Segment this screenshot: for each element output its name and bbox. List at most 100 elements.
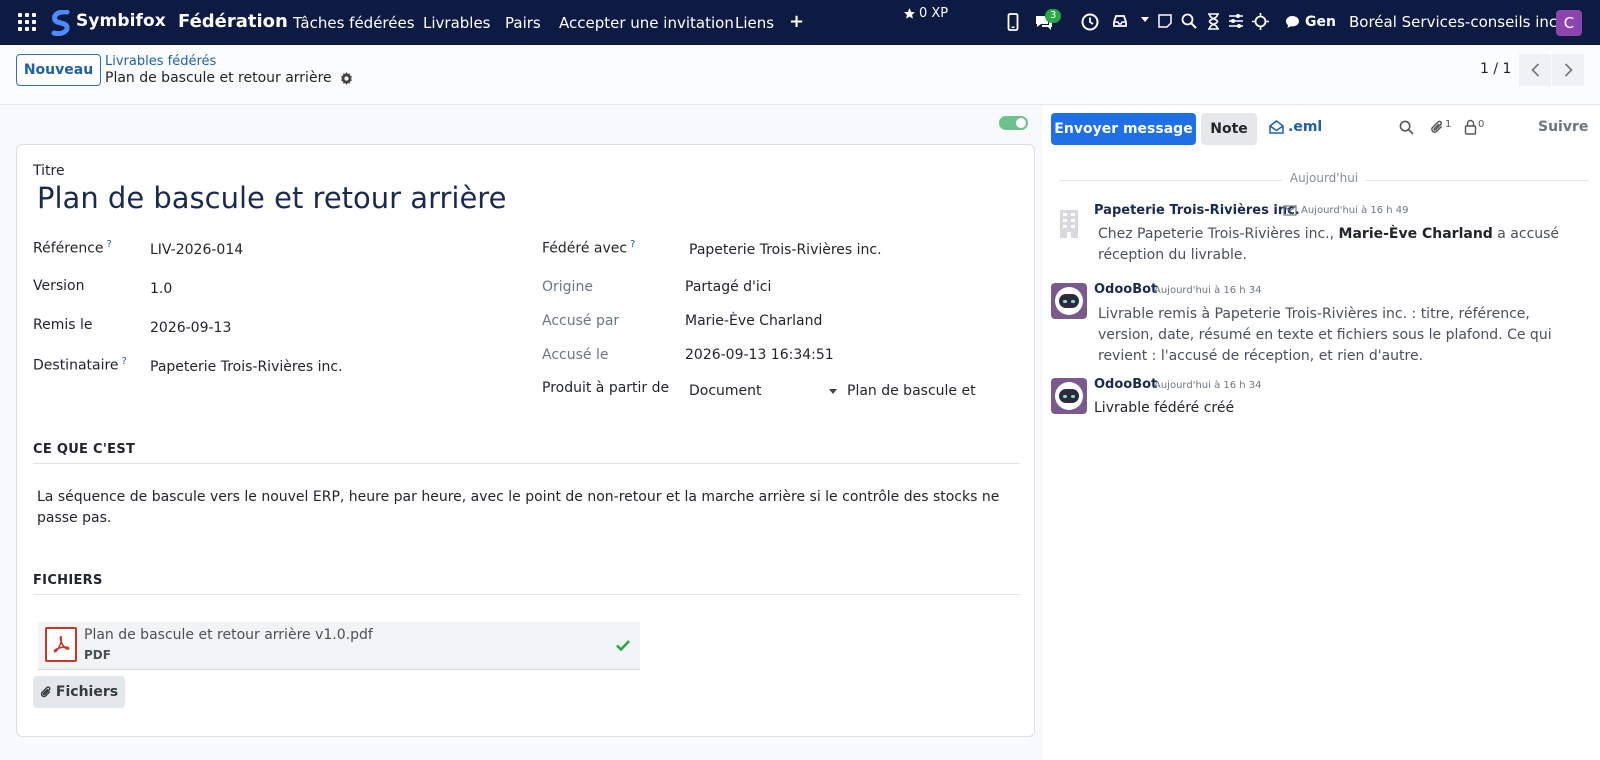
attachments-button[interactable]: 1 bbox=[1430, 119, 1451, 135]
acknowledged-by-value: Marie-Ève Charland bbox=[685, 313, 823, 329]
assistant-button[interactable]: Gen bbox=[1285, 14, 1336, 30]
new-button[interactable]: Nouveau bbox=[16, 54, 101, 86]
envelope-open-icon bbox=[1269, 120, 1284, 134]
follow-button[interactable]: Suivre bbox=[1538, 119, 1588, 135]
send-message-button[interactable]: Envoyer message bbox=[1051, 113, 1196, 145]
messages-badge: 3 bbox=[1045, 9, 1062, 23]
caret-down-icon bbox=[829, 388, 837, 394]
paperclip-icon bbox=[1431, 120, 1443, 133]
apps-menu-icon[interactable] bbox=[18, 13, 36, 31]
menu-links[interactable]: Liens bbox=[735, 14, 774, 32]
inbox-icon[interactable] bbox=[1112, 13, 1128, 29]
control-panel: Nouveau Livrables fédérés Plan de bascul… bbox=[0, 45, 1600, 105]
search-icon[interactable] bbox=[1181, 13, 1197, 29]
search-icon[interactable] bbox=[1399, 120, 1414, 135]
chevron-left-icon bbox=[1530, 63, 1539, 77]
reference-value[interactable]: LIV-2026-014 bbox=[150, 242, 243, 258]
message-author[interactable]: Papeterie Trois-Rivières inc. bbox=[1094, 203, 1300, 218]
acknowledged-date-value: 2026-09-13 16:34:51 bbox=[685, 347, 834, 363]
federated-with-value[interactable]: Papeterie Trois-Rivières inc. bbox=[689, 242, 882, 258]
recipient-value[interactable]: Papeterie Trois-Rivières inc. bbox=[150, 359, 343, 375]
check-icon bbox=[616, 640, 630, 651]
description-text[interactable]: La séquence de bascule vers le nouvel ER… bbox=[37, 487, 1007, 529]
company-switcher[interactable]: Boréal Services-conseils inc. bbox=[1349, 13, 1562, 31]
produced-from-model-select[interactable]: Document bbox=[689, 383, 837, 399]
section-files-heading: FICHIERS bbox=[33, 573, 1020, 595]
message-timestamp: Aujourd'hui à 16 h 34 bbox=[1154, 380, 1262, 391]
attach-files-button[interactable]: Fichiers bbox=[33, 676, 125, 708]
activity-clock-icon[interactable] bbox=[1081, 13, 1099, 31]
breadcrumb-current-label: Plan de bascule et retour arrière bbox=[105, 70, 332, 86]
active-toggle[interactable] bbox=[999, 116, 1028, 130]
produced-from-model-value: Document bbox=[689, 383, 762, 399]
record-title[interactable]: Plan de bascule et retour arrière bbox=[37, 181, 506, 215]
gear-icon[interactable] bbox=[340, 71, 353, 85]
caret-down-icon[interactable] bbox=[1141, 17, 1149, 23]
user-avatar[interactable]: C bbox=[1556, 10, 1582, 36]
brand-name[interactable]: Symbifox bbox=[76, 11, 166, 31]
breadcrumb-parent[interactable]: Livrables fédérés bbox=[105, 54, 216, 69]
assistant-label: Gen bbox=[1305, 14, 1336, 30]
message-author[interactable]: OdooBot bbox=[1094, 282, 1157, 297]
star-icon bbox=[904, 8, 915, 19]
origin-value: Partagé d'ici bbox=[685, 279, 772, 295]
chatter-panel: Envoyer message Note .eml 1 0 Suivre Auj… bbox=[1043, 105, 1600, 760]
message-body: Livrable fédéré créé bbox=[1094, 400, 1235, 416]
sticky-note-icon[interactable] bbox=[1157, 13, 1173, 29]
federated-with-label: Fédéré avec? bbox=[542, 239, 636, 257]
settings-sun-icon[interactable] bbox=[1252, 13, 1269, 30]
brand-logo-icon bbox=[51, 10, 70, 36]
message-author[interactable]: OdooBot bbox=[1094, 377, 1157, 392]
company-building-icon bbox=[1051, 206, 1087, 242]
help-icon[interactable]: ? bbox=[630, 239, 635, 250]
menu-peers[interactable]: Pairs bbox=[505, 14, 541, 32]
pager-value[interactable]: 1 / 1 bbox=[1480, 61, 1511, 77]
recipient-label: Destinataire? bbox=[33, 356, 127, 374]
menu-accept-invitation[interactable]: Accepter une invitation bbox=[559, 14, 734, 32]
xp-value: 0 XP bbox=[919, 6, 949, 21]
top-navbar: Symbifox Fédération Tâches fédérées Livr… bbox=[0, 0, 1600, 45]
log-note-button[interactable]: Note bbox=[1201, 113, 1257, 145]
lock-icon bbox=[1464, 119, 1477, 135]
attachments-count: 1 bbox=[1445, 119, 1452, 130]
mobile-icon[interactable] bbox=[1007, 13, 1019, 31]
followers-button[interactable]: 0 bbox=[1464, 119, 1484, 135]
message-body: Chez Papeterie Trois-Rivières inc., Mari… bbox=[1098, 226, 1560, 263]
pager-previous-button[interactable] bbox=[1519, 54, 1551, 86]
eml-button[interactable]: .eml bbox=[1269, 119, 1322, 135]
help-icon[interactable]: ? bbox=[107, 239, 112, 250]
eml-label: .eml bbox=[1288, 119, 1323, 135]
sliders-icon[interactable] bbox=[1228, 13, 1244, 29]
title-label: Titre bbox=[33, 163, 65, 179]
day-separator: Aujourd'hui bbox=[1059, 171, 1589, 189]
pager-next-button[interactable] bbox=[1552, 54, 1584, 86]
odoobot-avatar[interactable] bbox=[1051, 378, 1087, 414]
menu-federated-tasks[interactable]: Tâches fédérées bbox=[293, 14, 415, 32]
message-body: Livrable remis à Papeterie Trois-Rivière… bbox=[1098, 306, 1552, 364]
attach-files-label: Fichiers bbox=[55, 684, 119, 700]
submitted-date-value[interactable]: 2026-09-13 bbox=[150, 320, 231, 336]
produced-from-record-value[interactable]: Plan de bascule et r bbox=[847, 383, 977, 399]
chevron-right-icon bbox=[1564, 63, 1573, 77]
app-title[interactable]: Fédération bbox=[178, 11, 288, 32]
menu-deliverables[interactable]: Livrables bbox=[423, 14, 491, 32]
reference-label: Référence? bbox=[33, 239, 112, 257]
xp-counter[interactable]: 0 XP bbox=[903, 6, 948, 21]
hourglass-icon[interactable] bbox=[1207, 13, 1220, 30]
acknowledger-name[interactable]: Marie-Ève Charland bbox=[1339, 226, 1493, 242]
plus-icon[interactable]: + bbox=[789, 13, 804, 31]
breadcrumb-current: Plan de bascule et retour arrière bbox=[105, 70, 353, 86]
message-timestamp: Aujourd'hui à 16 h 34 bbox=[1154, 285, 1262, 296]
message-meta: Aujourd'hui à 16 h 49 bbox=[1283, 205, 1409, 216]
version-value[interactable]: 1.0 bbox=[150, 281, 172, 297]
odoobot-avatar[interactable] bbox=[1051, 283, 1087, 319]
speech-bubble-icon bbox=[1286, 16, 1299, 28]
acknowledged-date-label: Accusé le bbox=[542, 347, 609, 363]
day-label: Aujourd'hui bbox=[1281, 171, 1367, 185]
section-what-heading: CE QUE C'EST bbox=[33, 442, 1020, 464]
followers-count: 0 bbox=[1478, 119, 1485, 130]
acknowledged-by-label: Accusé par bbox=[542, 313, 620, 329]
help-icon[interactable]: ? bbox=[122, 356, 127, 367]
file-attachment-card[interactable]: Plan de bascule et retour arrière v1.0.p… bbox=[38, 622, 640, 670]
origin-label: Origine bbox=[542, 279, 593, 295]
